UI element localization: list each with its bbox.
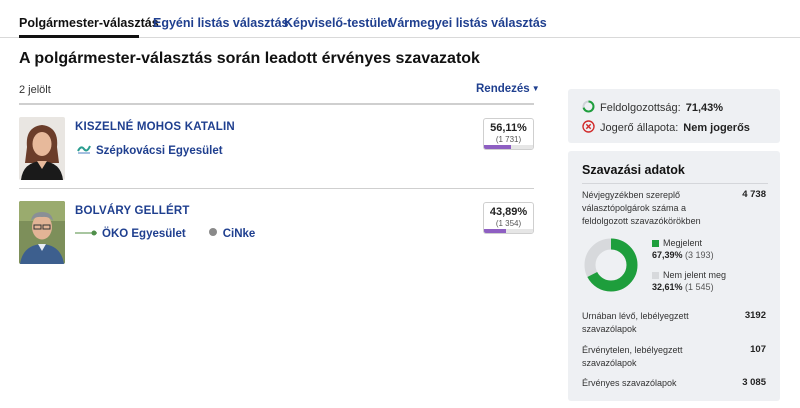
- party-affiliation: ÖKO Egyesület CiNke: [75, 227, 255, 240]
- legal-value: Nem jogerős: [683, 122, 750, 134]
- vote-share-box: 56,11% (1 731): [483, 118, 534, 150]
- vote-percent: 56,11%: [490, 122, 527, 134]
- valid-ballots-label: Érvényes szavazólapok: [582, 378, 677, 388]
- party-name[interactable]: ÖKO Egyesület: [102, 228, 186, 240]
- legend-present: Megjelent 67,39% (3 193): [652, 237, 714, 261]
- party-logo-icon: [75, 228, 97, 240]
- processing-status-panel: Feldolgozottság: 71,43% Jogerő állapota:…: [568, 89, 780, 143]
- registered-voters-value: 4 738: [742, 189, 766, 200]
- tab-mayor-election[interactable]: Polgármester-választás: [19, 16, 159, 30]
- legend-swatch-present: [652, 240, 659, 248]
- error-x-icon: [582, 120, 595, 136]
- ballots-in-urn-value: 3192: [744, 310, 766, 321]
- registered-voters-label: Névjegyzékben szereplő választópolgárok …: [582, 190, 701, 226]
- page-title: A polgármester-választás során leadott é…: [19, 50, 480, 67]
- legal-status: Jogerő állapota: Nem jogerős: [582, 120, 750, 136]
- party-dot-icon: [208, 227, 218, 240]
- legend-swatch-absent: [652, 272, 659, 280]
- progress-ring-icon: [582, 100, 595, 116]
- party-affiliation: Szépkovácsi Egyesület: [77, 143, 223, 158]
- vote-percent: 43,89%: [489, 206, 528, 218]
- sort-button-label: Rendezés: [476, 83, 530, 95]
- invalid-ballots-label: Érvénytelen, lebélyegzett szavazólapok: [582, 345, 683, 368]
- invalid-ballots-value: 107: [750, 344, 766, 355]
- absent-percent: 32,61%: [652, 282, 683, 292]
- candidate-photo: [19, 201, 65, 264]
- panel-divider: [582, 183, 768, 184]
- vote-share-box: 43,89% (1 354): [483, 202, 534, 234]
- processed-value: 71,43%: [685, 102, 724, 114]
- vote-count: (1 354): [495, 219, 522, 228]
- tab-county-list-election[interactable]: Vármegyei listás választás: [389, 16, 547, 30]
- candidate-row: KISZELNÉ MOHOS KATALIN Szépkovácsi Egyes…: [19, 105, 534, 189]
- vote-bar-fill: [484, 229, 506, 233]
- absent-label: Nem jelent meg: [663, 270, 727, 280]
- turnout-donut-chart: [584, 238, 638, 292]
- party-name[interactable]: CiNke: [223, 228, 256, 240]
- voting-data-title: Szavazási adatok: [582, 163, 685, 177]
- present-count: (3 193): [685, 250, 714, 260]
- candidate-name[interactable]: BOLVÁRY GELLÉRT: [75, 205, 190, 217]
- processing-status: Feldolgozottság: 71,43%: [582, 100, 723, 116]
- tab-individual-list-election[interactable]: Egyéni listás választás: [153, 16, 289, 30]
- candidate-count: 2 jelölt: [19, 84, 51, 96]
- valid-ballots-value: 3 085: [742, 377, 766, 388]
- legend-absent: Nem jelent meg 32,61% (1 545): [652, 269, 726, 293]
- candidate-row: BOLVÁRY GELLÉRT ÖKO Egyesület CiNke 43,8…: [19, 189, 534, 273]
- election-tabs: Polgármester-választás Egyéni listás vál…: [0, 0, 800, 38]
- ballots-in-urn-label: Urnában lévő, lebélyegzett szavazólapok: [582, 311, 689, 334]
- candidate-name[interactable]: KISZELNÉ MOHOS KATALIN: [75, 121, 235, 133]
- tab-council[interactable]: Képviselő-testület: [284, 16, 392, 30]
- absent-count: (1 545): [685, 282, 714, 292]
- party-logo-icon: [77, 143, 91, 158]
- candidate-photo: [19, 117, 65, 180]
- voting-data-panel: Szavazási adatok Névjegyzékben szereplő …: [568, 151, 780, 401]
- sort-button[interactable]: Rendezés ▼: [476, 83, 540, 95]
- vote-bar-fill: [484, 145, 512, 149]
- party-name[interactable]: Szépkovácsi Egyesület: [96, 145, 223, 157]
- vote-count: (1 731): [495, 135, 522, 144]
- caret-down-icon: ▼: [531, 84, 540, 94]
- present-label: Megjelent: [663, 238, 703, 248]
- processed-label: Feldolgozottság:: [600, 102, 681, 114]
- legal-label: Jogerő állapota:: [600, 122, 679, 134]
- active-tab-indicator: [19, 35, 139, 38]
- present-percent: 67,39%: [652, 250, 683, 260]
